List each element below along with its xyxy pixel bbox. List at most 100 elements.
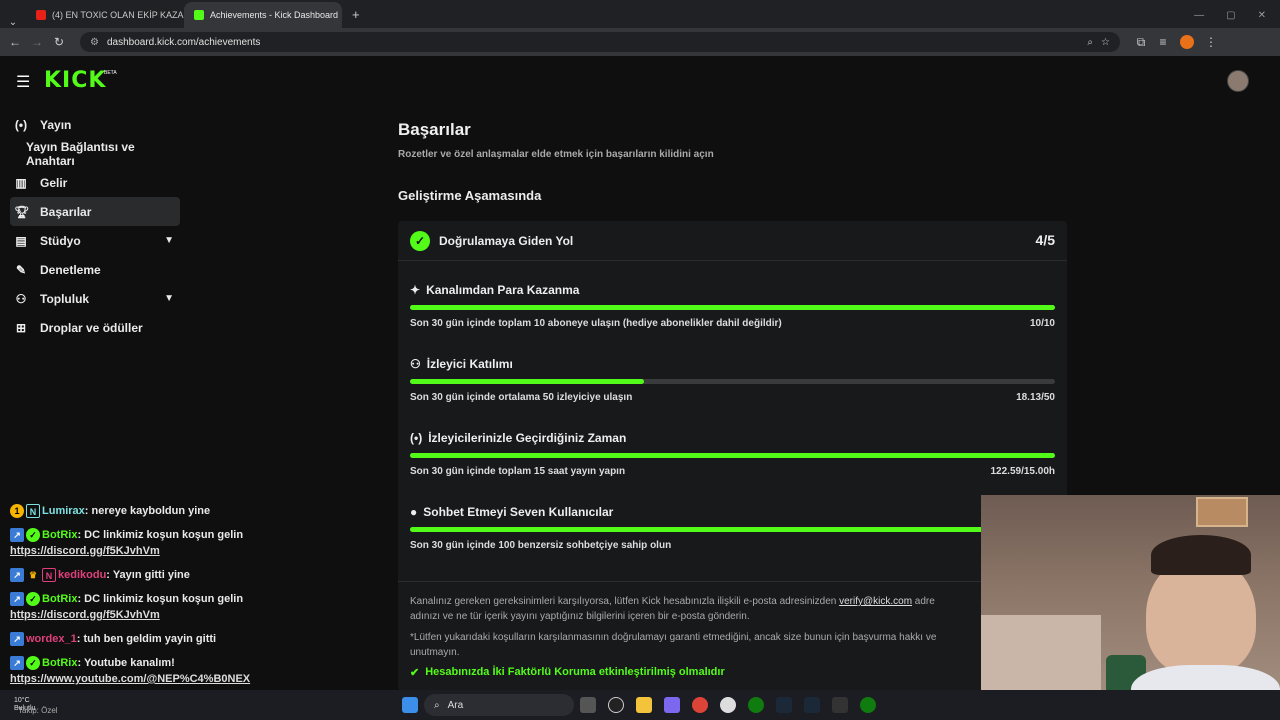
sidebar-item-yayin[interactable]: (•) Yayın (10, 110, 180, 139)
progress-bar (410, 527, 1055, 532)
chat-link[interactable]: https://discord.gg/f5KJvhVm (10, 545, 160, 557)
n-badge-icon: N (42, 568, 56, 583)
menu-kebab-icon[interactable]: ⋮ (1200, 35, 1222, 49)
sidebar-item-label: Yayın Bağlantısı ve Anahtarı (26, 139, 135, 168)
sidebar-item-label: Gelir (40, 175, 68, 190)
steam-icon-2[interactable] (804, 697, 820, 713)
card-title: Doğrulamaya Giden Yol (439, 234, 574, 248)
verified-badge-icon: ✓ (410, 231, 430, 251)
windows-start-icon[interactable] (402, 697, 418, 713)
hamburger-menu-icon[interactable]: ☰ (16, 72, 30, 92)
back-icon[interactable]: ← (4, 35, 26, 49)
chat-username: Lumirax (42, 505, 85, 517)
achievement-item: ✦ Kanalımdan Para Kazanma Son 30 gün için… (410, 283, 1055, 329)
taskbar-search[interactable]: ⌕ Ara (424, 694, 574, 716)
tab-youtube[interactable]: (4) EN TOXIC OLAN EKİP KAZAN ✕ (26, 2, 184, 28)
verify-email-link[interactable]: verify@kick.com (839, 596, 912, 607)
achievement-value: 18.13/50 (1016, 392, 1055, 403)
chat-overlay: 1 N Lumirax: nereye kayboldun yine ↗ ✓ BotRi… (10, 503, 275, 695)
info-text: Kanalınız gereken gereksinimleri karşılı… (410, 594, 1055, 660)
sidebar-item-gelir[interactable]: ▥ Gelir (10, 168, 180, 197)
epic-games-icon[interactable] (832, 697, 848, 713)
media-icon[interactable]: ≡ (1152, 35, 1174, 49)
folder-icon[interactable] (636, 697, 652, 713)
studio-icon: ▤ (15, 233, 27, 248)
steam-icon[interactable] (776, 697, 792, 713)
chrome-icon[interactable] (692, 697, 708, 713)
card-score: 4/5 (1035, 232, 1055, 248)
verified-badge-icon: ✓ (26, 656, 40, 671)
sidebar-item-denetleme[interactable]: ✎ Denetleme (10, 255, 180, 284)
progress-fill (410, 527, 1055, 532)
logitech-icon[interactable] (720, 697, 736, 713)
profile-avatar[interactable] (1180, 35, 1194, 49)
viewers-icon: ⚇ (410, 357, 421, 371)
bookmark-star-icon[interactable]: ☆ (1101, 37, 1110, 48)
achievement-item: (•) İzleyicilerinizle Geçirdiğiniz Zaman … (410, 431, 1055, 477)
chat-username: BotRix (42, 593, 78, 605)
chat-link[interactable]: https://www.youtube.com/@NEP%C4%B0NEX (10, 673, 250, 685)
xbox-app-icon[interactable] (860, 697, 876, 713)
sparkle-icon: ✦ (410, 283, 421, 297)
kick-logo[interactable]: KICK (44, 68, 106, 93)
obs-icon[interactable] (608, 697, 624, 713)
maximize-icon[interactable]: ▢ (1226, 10, 1235, 21)
app-header: ☰ KICK BETA (0, 56, 1280, 106)
chat-text: : DC linkimiz koşun koşun gelin (77, 529, 244, 541)
crown-icon: ♛ (28, 570, 38, 581)
new-tab-button[interactable]: + (342, 7, 370, 28)
divider (398, 260, 1067, 261)
sidebar-item-topluluk[interactable]: ⚇ Topluluk ▼ (10, 284, 180, 313)
task-view-icon[interactable] (580, 697, 596, 713)
youtube-icon (36, 10, 46, 20)
disclaimer-text: *Lütfen yukarıdaki koşulların karşılanma… (410, 632, 937, 643)
broadcast-icon: (•) (410, 431, 423, 445)
url-field[interactable]: ⚙ dashboard.kick.com/achievements ⌕ ☆ (80, 32, 1120, 52)
sidebar-item-label: Yayın (40, 117, 72, 132)
chat-username: BotRix (42, 529, 78, 541)
chat-link[interactable]: https://discord.gg/f5KJvhVm (10, 609, 160, 621)
weather-temp: 10°C (14, 697, 30, 704)
person-hair (1151, 535, 1251, 575)
progress-bar (410, 379, 1055, 384)
tab-label: (4) EN TOXIC OLAN EKİP KAZAN (52, 10, 184, 20)
tab-kick-dashboard[interactable]: Achievements - Kick Dashboard ✕ (184, 2, 342, 28)
store-icon[interactable] (664, 697, 680, 713)
chat-message: ↗ ♛ Nkedikodu: Yayın gitti yine (10, 567, 275, 583)
reload-icon[interactable]: ↻ (48, 35, 70, 49)
achievement-desc: Son 30 gün içinde toplam 10 aboneye ulaş… (410, 318, 782, 329)
extensions-icon[interactable]: ⧉ (1130, 35, 1152, 50)
chat-username: wordex_1 (26, 633, 77, 645)
user-avatar[interactable] (1227, 70, 1249, 92)
chevron-down-icon: ▼ (164, 235, 174, 246)
achievement-desc: Son 30 gün içinde toplam 15 saat yayın y… (410, 466, 626, 477)
chat-text: : nereye kayboldun yine (84, 505, 211, 517)
xbox-icon[interactable] (748, 697, 764, 713)
close-window-icon[interactable]: ✕ (1258, 10, 1266, 21)
zoom-icon[interactable]: ⌕ (1087, 37, 1093, 48)
rank-badge-icon: 1 (10, 504, 24, 519)
sidebar-item-droplar[interactable]: ⊞ Droplar ve ödüller (10, 313, 180, 342)
achievement-desc: Son 30 gün içinde ortalama 50 izleyiciye… (410, 392, 633, 403)
minimize-icon[interactable]: — (1194, 10, 1204, 21)
community-icon: ⚇ (15, 291, 27, 306)
chart-icon: ▥ (15, 175, 27, 190)
wall-picture (1196, 497, 1248, 527)
achievement-title: İzleyicilerinizle Geçirdiğiniz Zaman (428, 431, 627, 445)
forward-icon[interactable]: → (26, 35, 48, 49)
achievement-value: 10/10 (1029, 318, 1055, 329)
page-title: Başarılar (398, 120, 471, 139)
search-label: Ara (447, 699, 464, 711)
site-info-icon[interactable]: ⚙ (90, 37, 99, 48)
progress-bar (410, 453, 1055, 458)
wrench-icon: ✎ (15, 262, 27, 277)
tab-list-icon[interactable]: ⌄ (0, 17, 26, 28)
verified-badge-icon: ✓ (26, 528, 40, 543)
sidebar-item-label: Topluluk (40, 291, 90, 306)
sidebar-item-stream-key[interactable]: Yayın Bağlantısı ve Anahtarı (10, 139, 180, 168)
sidebar-item-label: Denetleme (40, 262, 101, 277)
sidebar-item-studyo[interactable]: ▤ Stüdyo ▼ (10, 226, 180, 255)
sidebar-item-basarilar[interactable]: 🏆︎ Başarılar (10, 197, 180, 226)
bot-badge-icon: ↗ (10, 592, 24, 607)
sidebar-item-label: Droplar ve ödüller (40, 320, 143, 335)
